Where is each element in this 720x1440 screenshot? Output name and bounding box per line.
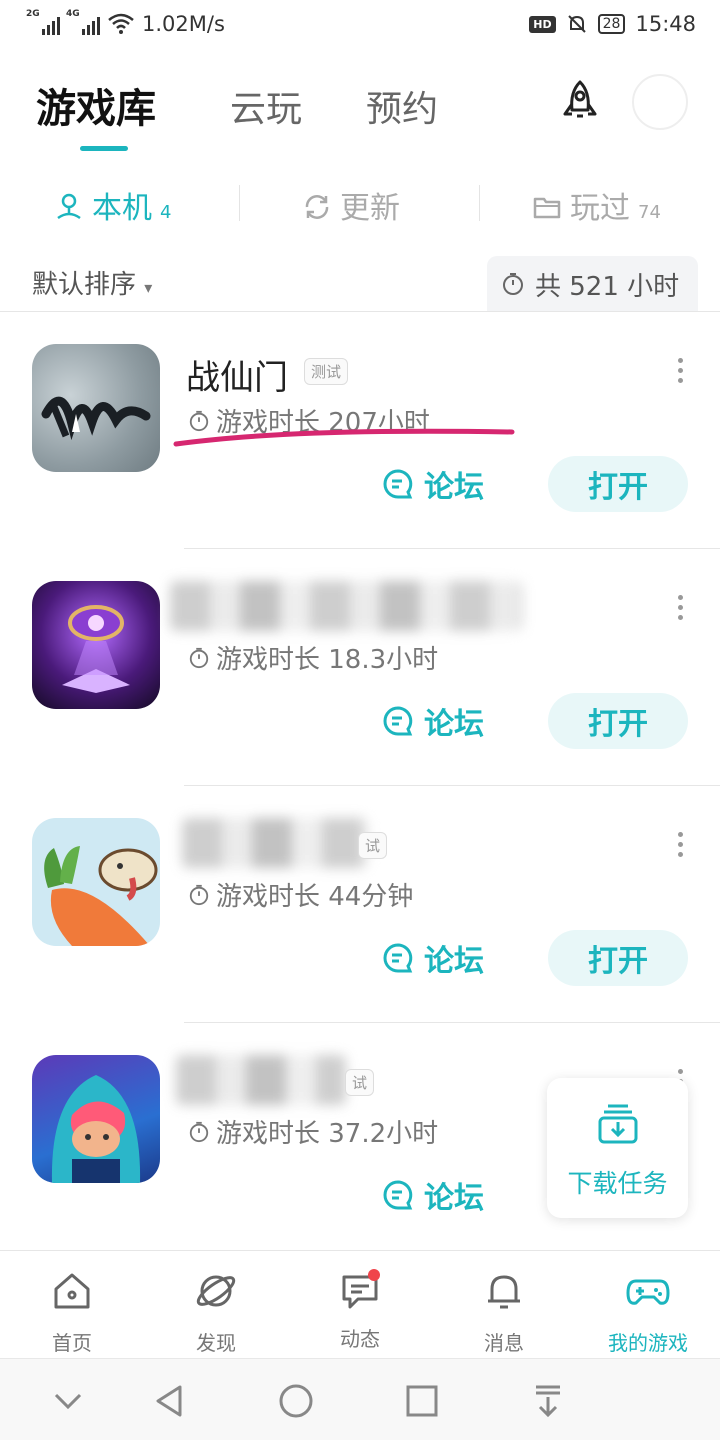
subtab-label: 本机 bbox=[92, 191, 152, 226]
subtab-count: 74 bbox=[638, 202, 661, 223]
forum-label: 论坛 bbox=[424, 470, 484, 505]
forum-button[interactable]: 论坛 bbox=[382, 699, 484, 743]
signal-icon: 4G bbox=[66, 9, 100, 35]
subtab-label: 更新 bbox=[340, 191, 400, 226]
subtab-local[interactable]: 本机 4 bbox=[54, 183, 171, 227]
hd-icon: HD bbox=[529, 15, 556, 33]
game-playtime: 游戏时长 44分钟 bbox=[188, 876, 413, 913]
timer-icon bbox=[189, 647, 209, 668]
tab-reservation[interactable]: 预约 bbox=[366, 80, 438, 132]
home-circle-icon[interactable] bbox=[276, 1381, 316, 1421]
more-menu-icon[interactable] bbox=[678, 832, 684, 862]
playtime-text: 游戏时长 44分钟 bbox=[216, 882, 414, 912]
tab-game-library[interactable]: 游戏库 bbox=[36, 76, 156, 134]
chat-bubble-icon bbox=[383, 706, 413, 736]
header: 游戏库 云玩 预约 bbox=[0, 60, 720, 160]
caret-down-icon: ▾ bbox=[144, 278, 153, 297]
signal-icon: 2G bbox=[26, 9, 60, 35]
game-row: 游戏时长 18.3小时 论坛 打开 bbox=[0, 549, 720, 786]
download-tasks-button[interactable]: 下载任务 bbox=[547, 1078, 688, 1218]
forum-button[interactable]: 论坛 bbox=[382, 1173, 484, 1217]
battery-icon: 28 bbox=[597, 14, 626, 34]
active-tab-indicator bbox=[80, 146, 128, 151]
test-tag: 试 bbox=[358, 832, 388, 859]
folder-icon bbox=[533, 197, 561, 219]
chat-bubble-icon bbox=[383, 469, 413, 499]
mute-bell-icon bbox=[567, 15, 586, 33]
game-row: 战仙门 测试 游戏时长 207小时 论坛 打开 bbox=[0, 312, 720, 549]
tab-cloud-play[interactable]: 云玩 bbox=[230, 80, 302, 132]
test-tag: 试 bbox=[345, 1069, 375, 1096]
timer-icon bbox=[503, 273, 523, 295]
game-icon[interactable] bbox=[32, 1055, 160, 1183]
game-icon[interactable] bbox=[32, 818, 160, 946]
back-icon[interactable] bbox=[150, 1381, 190, 1421]
rocket-icon[interactable] bbox=[556, 78, 604, 126]
nav-feed[interactable]: 动态 bbox=[300, 1269, 420, 1352]
system-nav-bar bbox=[0, 1358, 720, 1440]
avatar[interactable] bbox=[632, 74, 688, 130]
open-button[interactable]: 打开 bbox=[548, 693, 688, 749]
refresh-icon bbox=[305, 195, 329, 219]
game-playtime: 游戏时长 18.3小时 bbox=[188, 639, 438, 676]
notification-dot bbox=[368, 1269, 380, 1281]
nav-home[interactable]: 首页 bbox=[12, 1269, 132, 1356]
network-speed: 1.02M/s bbox=[142, 12, 225, 36]
blurred-game-name bbox=[170, 581, 522, 631]
playtime-text: 游戏时长 18.3小时 bbox=[216, 645, 439, 675]
blurred-game-name bbox=[176, 1055, 346, 1105]
sort-dropdown[interactable]: 默认排序 ▾ bbox=[32, 264, 152, 301]
game-icon[interactable] bbox=[32, 344, 160, 472]
blurred-game-name bbox=[182, 818, 368, 868]
sub-tabs: 本机 4 更新 玩过 74 bbox=[0, 175, 720, 231]
total-playtime-text: 共 521 小时 bbox=[535, 271, 680, 302]
subtab-played[interactable]: 玩过 74 bbox=[532, 183, 661, 227]
collapse-icon[interactable] bbox=[48, 1381, 88, 1421]
person-platform-icon bbox=[57, 193, 81, 220]
subtab-update[interactable]: 更新 bbox=[302, 183, 400, 227]
nav-my-games[interactable]: 我的游戏 bbox=[588, 1269, 708, 1356]
highlight-underline bbox=[173, 428, 515, 447]
timer-icon bbox=[189, 884, 209, 905]
more-menu-icon[interactable] bbox=[678, 358, 684, 388]
more-menu-icon[interactable] bbox=[678, 595, 684, 625]
game-icon[interactable] bbox=[32, 581, 160, 709]
home-icon bbox=[54, 1273, 90, 1309]
subtab-count: 4 bbox=[160, 202, 172, 223]
status-time: 15:48 bbox=[635, 12, 696, 36]
forum-label: 论坛 bbox=[424, 707, 484, 742]
download-tasks-label: 下载任务 bbox=[567, 1169, 668, 1198]
planet-icon bbox=[196, 1275, 236, 1307]
playtime-text: 游戏时长 37.2小时 bbox=[216, 1119, 439, 1149]
status-bar: 2G 4G 1.02M/s HD 28 15:48 bbox=[0, 0, 720, 50]
open-button[interactable]: 打开 bbox=[548, 456, 688, 512]
bell-icon bbox=[488, 1275, 520, 1309]
download-tray-icon bbox=[598, 1104, 638, 1144]
open-button[interactable]: 打开 bbox=[548, 930, 688, 986]
chat-bubble-icon bbox=[383, 943, 413, 973]
game-playtime: 游戏时长 37.2小时 bbox=[188, 1113, 438, 1150]
nav-discover[interactable]: 发现 bbox=[156, 1269, 276, 1356]
game-row: 试 游戏时长 44分钟 论坛 打开 bbox=[0, 786, 720, 1023]
timer-icon bbox=[189, 1121, 209, 1142]
forum-label: 论坛 bbox=[424, 944, 484, 979]
test-tag: 测试 bbox=[304, 358, 349, 385]
recents-icon[interactable] bbox=[402, 1381, 442, 1421]
gamepad-icon bbox=[626, 1279, 670, 1305]
bottom-nav: 首页 发现 动态 消息 我的游戏 bbox=[0, 1250, 720, 1358]
sort-label: 默认排序 bbox=[32, 270, 137, 300]
forum-label: 论坛 bbox=[424, 1181, 484, 1216]
wifi-icon bbox=[108, 13, 134, 34]
subtab-label: 玩过 bbox=[570, 191, 630, 226]
game-name: 战仙门 bbox=[186, 358, 288, 398]
forum-button[interactable]: 论坛 bbox=[382, 462, 484, 506]
chat-bubble-icon bbox=[383, 1180, 413, 1210]
total-playtime: 共 521 小时 bbox=[487, 256, 698, 312]
forum-button[interactable]: 论坛 bbox=[382, 936, 484, 980]
download-notif-icon[interactable] bbox=[528, 1381, 568, 1421]
nav-messages[interactable]: 消息 bbox=[444, 1269, 564, 1356]
